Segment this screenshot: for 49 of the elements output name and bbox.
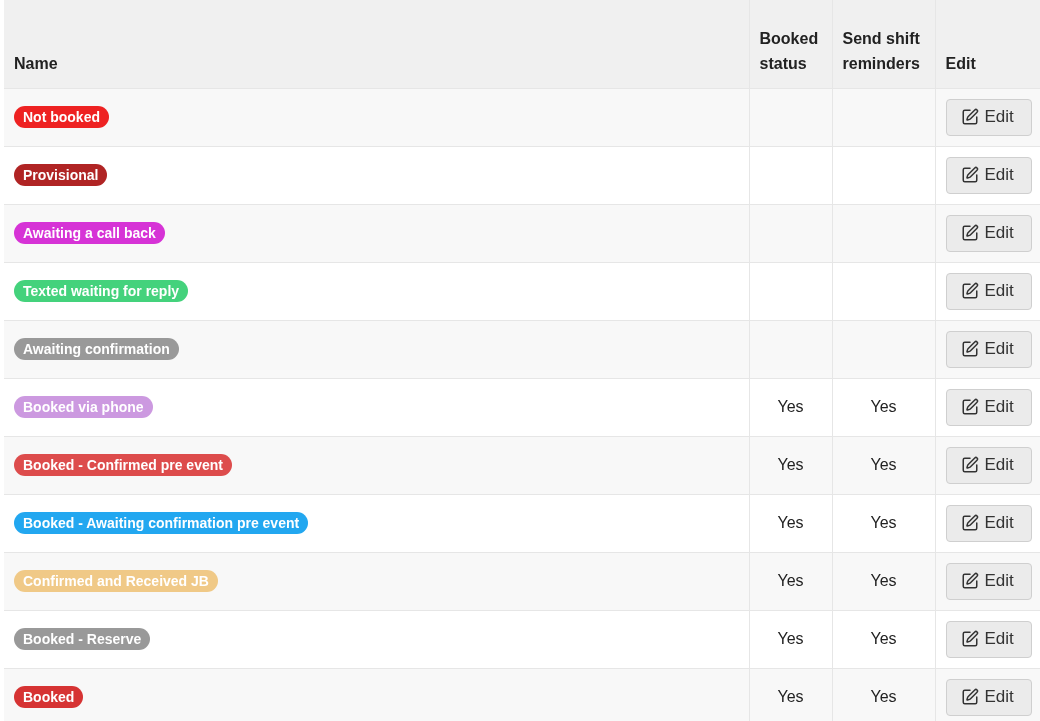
table-cell: Yes — [870, 456, 897, 473]
status-tag: Booked - Confirmed pre event — [14, 454, 232, 476]
table-cell: Yes — [777, 688, 804, 705]
pen-square-icon — [960, 630, 979, 648]
column-header: Booked status — [749, 0, 832, 88]
status-tag: Awaiting a call back — [14, 222, 165, 244]
pen-square-icon — [960, 572, 979, 590]
pen-square-icon — [960, 224, 979, 242]
table-cell: Yes — [777, 572, 804, 589]
status-tag: Booked — [14, 686, 84, 708]
pen-square-icon — [960, 514, 979, 532]
column-header: Name — [4, 0, 749, 88]
pen-square-icon — [960, 340, 979, 358]
edit-button[interactable]: Edit — [945, 214, 1032, 252]
edit-button[interactable]: Edit — [945, 388, 1032, 426]
status-tag: Provisional — [14, 164, 108, 186]
table-cell: Yes — [777, 630, 804, 647]
table-cell: Yes — [777, 514, 804, 531]
edit-button[interactable]: Edit — [945, 98, 1032, 136]
edit-button[interactable]: Edit — [945, 620, 1032, 658]
status-tag: Awaiting confirmation — [14, 338, 179, 360]
pen-square-icon — [960, 282, 979, 300]
table-cell: Yes — [870, 688, 897, 705]
column-header: Send shift reminders — [832, 0, 935, 88]
pen-square-icon — [960, 108, 979, 126]
edit-button[interactable]: Edit — [945, 272, 1032, 310]
status-tag: Not booked — [14, 106, 109, 128]
table-cell: Yes — [777, 398, 804, 415]
edit-button[interactable]: Edit — [945, 562, 1032, 600]
table-cell: Yes — [870, 398, 897, 415]
pen-square-icon — [960, 688, 979, 706]
pen-square-icon — [960, 166, 979, 184]
status-tag: Confirmed and Received JB — [14, 570, 218, 592]
edit-button[interactable]: Edit — [945, 156, 1032, 194]
table-cell: Yes — [870, 572, 897, 589]
status-tag: Booked - Reserve — [14, 628, 151, 650]
table-cell: Yes — [870, 514, 897, 531]
edit-button[interactable]: Edit — [945, 446, 1032, 484]
status-tag: Texted waiting for reply — [14, 280, 189, 302]
edit-button[interactable]: Edit — [945, 504, 1032, 542]
edit-button[interactable]: Edit — [945, 330, 1032, 368]
table-cell: Yes — [870, 630, 897, 647]
status-tag: Booked - Awaiting confirmation pre event — [14, 512, 309, 534]
pen-square-icon — [960, 398, 979, 416]
status-tag: Booked via phone — [14, 396, 153, 418]
pen-square-icon — [960, 456, 979, 474]
column-header: Edit — [935, 0, 1040, 88]
edit-button[interactable]: Edit — [945, 678, 1032, 716]
table-cell: Yes — [777, 456, 804, 473]
